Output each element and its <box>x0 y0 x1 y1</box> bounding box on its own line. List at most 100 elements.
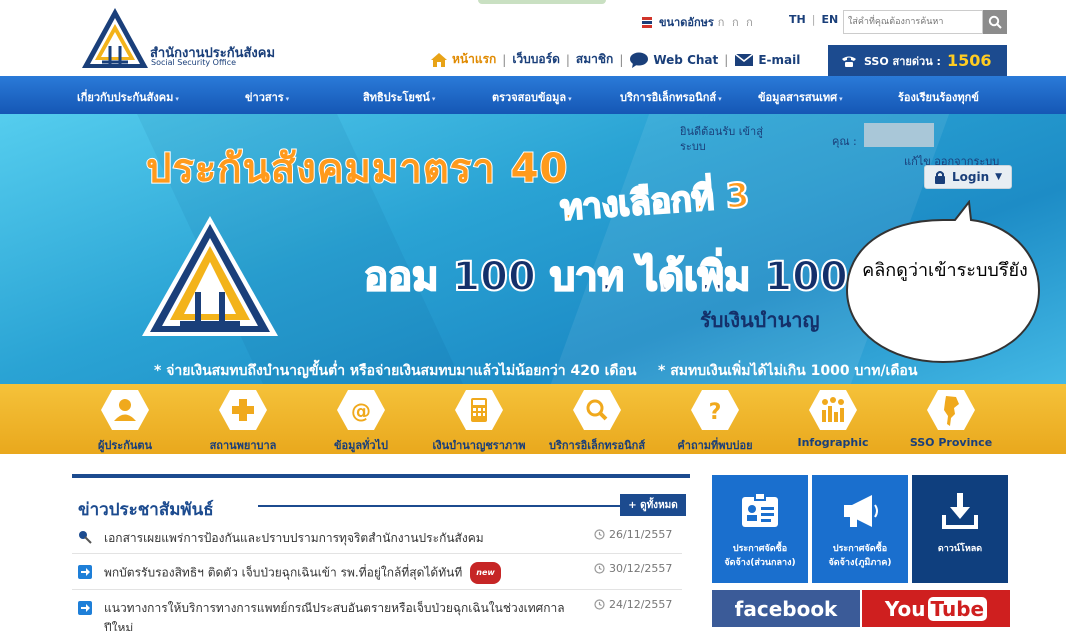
youtube-logo: You Tube <box>885 596 988 621</box>
font-size-control: ขนาดอักษร ก ก ก <box>642 13 755 31</box>
download-icon <box>942 493 978 529</box>
webboard-link[interactable]: เว็บบอร์ด <box>512 50 560 69</box>
callout-text: คลิกดูว่าเข้าระบบรึยัง <box>862 260 1028 281</box>
chevron-down-icon: ▼ <box>995 172 1003 182</box>
font-size-label: ขนาดอักษร <box>659 16 714 29</box>
member-link[interactable]: สมาชิก <box>576 50 613 69</box>
username-redacted <box>864 123 934 147</box>
search-box <box>843 10 1007 34</box>
quick-link-hospital[interactable]: สถานพยาบาล <box>183 384 303 454</box>
banner-title: ประกันสังคมมาตรา 40 <box>145 145 569 193</box>
quick-link-e-services[interactable]: บริการอิเล็กทรอนิกส์ <box>537 384 657 454</box>
nav-item-complaints[interactable]: ร้องเรียนร้องทุกข์ <box>898 88 979 106</box>
chevron-down-icon: ▾ <box>718 95 722 103</box>
logo-title-en: Social Security Office <box>151 58 237 67</box>
home-link[interactable]: หน้าแรก <box>430 50 496 69</box>
hotline-label: SSO สายด่วน : <box>864 54 941 68</box>
hotline-number: 1506 <box>946 51 992 70</box>
new-badge: new <box>470 562 501 584</box>
infographic-icon <box>809 390 857 430</box>
procurement-regional-tile[interactable]: ประกาศจัดซื้อ จัดจ้าง(ภูมิภาค) <box>812 475 908 583</box>
nav-item-e-services[interactable]: บริการอิเล็กทรอนิกส์ ▾ <box>620 88 722 106</box>
lock-icon <box>934 171 945 184</box>
facebook-button[interactable]: facebook <box>712 590 860 627</box>
news-item[interactable]: พกบัตรรับรองสิทธิฯ ติดตัว เจ็บป่วยฉุกเฉิ… <box>72 562 682 590</box>
clock-icon <box>594 529 605 540</box>
procurement-central-tile[interactable]: ประกาศจัดซื้อ จัดจ้าง(ส่วนกลาง) <box>712 475 808 583</box>
font-size-icon <box>642 16 652 28</box>
webchat-link[interactable]: Web Chat <box>629 52 718 68</box>
person-icon <box>101 390 149 430</box>
user-label: คุณ : <box>832 135 857 148</box>
sso-logo-large-icon <box>142 216 278 336</box>
news-section: ข่าวประชาสัมพันธ์ + ดูทั้งหมด เอกสารเผยแ… <box>72 474 690 631</box>
svg-text:@: @ <box>351 399 371 423</box>
search-icon <box>988 15 1002 29</box>
view-all-news-button[interactable]: + ดูทั้งหมด <box>620 494 686 516</box>
nav-item-benefits[interactable]: สิทธิประโยชน์ ▾ <box>363 88 435 106</box>
banner-note-left: * จ่ายเงินสมทบถึงบำนาญขั้นต่ำ หรือจ่ายเง… <box>154 363 637 379</box>
clock-icon <box>594 599 605 610</box>
thailand-map-icon <box>927 390 975 430</box>
pushpin-icon <box>79 531 92 544</box>
home-icon <box>431 52 447 67</box>
news-item[interactable]: เอกสารเผยแพร่การป้องกันและปราบปรามการทุจ… <box>72 528 682 554</box>
chevron-down-icon: ▾ <box>175 95 179 103</box>
magnifier-icon <box>573 390 621 430</box>
quick-link-general-info[interactable]: @ ข้อมูลทั่วไป <box>301 384 421 454</box>
search-input[interactable] <box>843 10 983 34</box>
quick-link-infographic[interactable]: Infographic <box>773 384 893 454</box>
facebook-logo: facebook <box>734 596 838 621</box>
arrow-right-icon <box>78 565 92 579</box>
envelope-icon <box>734 52 754 66</box>
email-link[interactable]: E-mail <box>734 53 800 67</box>
arrow-right-icon <box>78 601 92 615</box>
language-switch: TH | EN <box>789 13 839 26</box>
news-date: 26/11/2557 <box>594 528 672 541</box>
at-sign-icon: @ <box>337 390 385 430</box>
clock-icon <box>594 563 605 574</box>
chevron-down-icon: ▾ <box>285 95 290 103</box>
chevron-down-icon: ▾ <box>839 95 843 103</box>
main-nav: เกี่ยวกับประกันสังคม ▾ ข่าวสาร ▾ สิทธิประโ… <box>0 76 1066 114</box>
phone-icon <box>842 56 856 67</box>
search-button[interactable] <box>983 10 1007 34</box>
nav-item-check-info[interactable]: ตรวจสอบข้อมูล ▾ <box>492 88 572 106</box>
quick-link-pension[interactable]: เงินบำนาญชราภาพ <box>419 384 539 454</box>
quick-link-faq[interactable]: ? คำถามที่พบบ่อย <box>655 384 775 454</box>
chevron-down-icon: ▾ <box>568 95 572 103</box>
calculator-icon <box>455 390 503 430</box>
news-item[interactable]: แนวทางการให้บริการทางการแพทย์กรณีประสบอั… <box>72 598 682 631</box>
nav-item-about[interactable]: เกี่ยวกับประกันสังคม ▾ <box>77 88 179 106</box>
login-button[interactable]: Login ▼ <box>924 165 1012 189</box>
header-links: หน้าแรก | เว็บบอร์ด | สมาชิก | Web Chat … <box>430 50 800 69</box>
welcome-text: ยินดีต้อนรับ เข้าสู่ระบบ <box>680 125 763 153</box>
site-header: สำนักงานประกันสังคม Social Security Offi… <box>0 0 1066 76</box>
question-mark-icon: ? <box>691 390 739 430</box>
youtube-button[interactable]: You Tube <box>862 590 1010 627</box>
banner-save-text: ออม 100 บาท ได้เพิ่ม 100 <box>363 253 849 301</box>
svg-text:?: ? <box>709 400 722 425</box>
page: สำนักงานประกันสังคม Social Security Offi… <box>0 0 1066 631</box>
hotline-box[interactable]: SSO สายด่วน : 1506 <box>828 45 1007 76</box>
chat-bubble-icon <box>630 52 649 68</box>
medical-cross-icon <box>219 390 267 430</box>
lang-th-link[interactable]: TH <box>789 13 806 26</box>
quick-link-sso-province[interactable]: SSO Province <box>891 384 1011 454</box>
news-date: 24/12/2557 <box>594 598 672 611</box>
download-tile[interactable]: ดาวน์โหลด <box>912 475 1008 583</box>
news-title: ข่าวประชาสัมพันธ์ <box>78 500 214 520</box>
chevron-down-icon: ▾ <box>431 95 436 103</box>
quick-links-bar: ผู้ประกันตน สถานพยาบาล @ ข้อมูลทั่วไป เง… <box>0 384 1066 454</box>
quick-link-insured[interactable]: ผู้ประกันตน <box>65 384 185 454</box>
nav-item-news[interactable]: ข่าวสาร ▾ <box>245 88 289 106</box>
lang-en-link[interactable]: EN <box>821 13 838 26</box>
top-tab <box>478 0 606 4</box>
banner-pension-text: รับเงินบำนาญ <box>700 308 820 332</box>
font-size-options[interactable]: ก ก ก <box>718 13 755 31</box>
id-card-icon <box>742 492 778 527</box>
sso-logo-icon[interactable] <box>80 6 150 70</box>
news-date: 30/12/2557 <box>594 562 672 575</box>
nav-item-information[interactable]: ข้อมูลสารสนเทศ ▾ <box>758 88 843 106</box>
megaphone-icon <box>844 495 878 527</box>
